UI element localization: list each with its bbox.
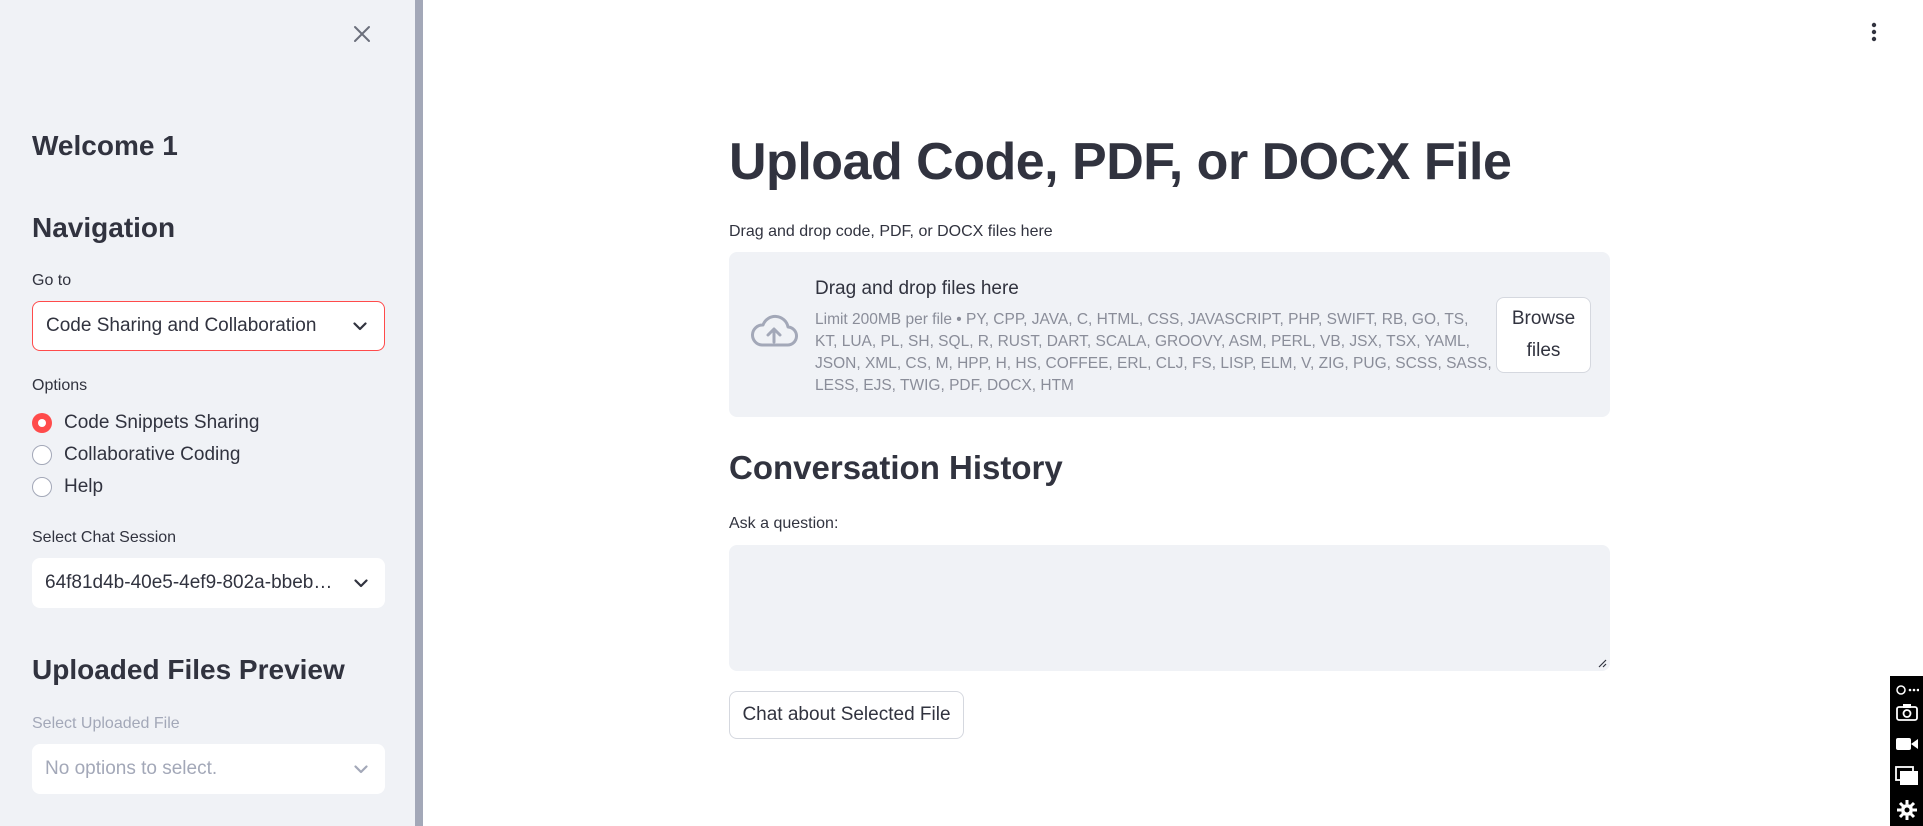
session-label: Select Chat Session [32,529,177,546]
uploaded-file-placeholder: No options to select. [45,758,218,779]
goto-label: Go to [32,272,72,289]
radio-option-collaborative-coding[interactable]: Collaborative Coding [32,442,240,468]
chat-session-select[interactable]: 64f81d4b-40e5-4ef9-802a-bbeb… [32,558,385,608]
welcome-heading: Welcome 1 [32,130,178,161]
question-textarea[interactable] [729,545,1610,671]
uploaded-files-heading: Uploaded Files Preview [32,654,345,685]
radio-unselected-icon [32,477,52,497]
conversation-history-heading: Conversation History [729,449,1063,486]
main-menu-button[interactable] [1862,18,1886,46]
dropzone-title: Drag and drop files here [815,278,1019,299]
cloud-upload-icon [751,314,798,347]
dropzone-limit-text: Limit 200MB per file • PY, CPP, JAVA, C,… [815,311,1492,394]
uploaded-file-select[interactable]: No options to select. [32,744,385,794]
uploaded-file-label: Select Uploaded File [32,715,180,732]
window-capture-icon[interactable] [1894,764,1920,788]
kebab-menu-icon [1871,22,1877,42]
radio-label: Collaborative Coding [64,444,241,465]
radio-selected-icon [32,413,52,433]
close-icon [354,26,370,42]
goto-select-value: Code Sharing and Collaboration [46,315,317,336]
radio-option-help[interactable]: Help [32,474,103,500]
radio-unselected-icon [32,445,52,465]
resize-grip-icon[interactable] [1597,658,1607,668]
sidebar: Welcome 1 Navigation Go to Code Sharing … [0,0,415,826]
radio-option-code-snippets-sharing[interactable]: Code Snippets Sharing [32,410,259,436]
uploader-caption: Drag and drop code, PDF, or DOCX files h… [729,223,1053,240]
chevron-down-icon [351,759,371,779]
sidebar-resize-handle[interactable] [415,0,423,826]
radio-label: Code Snippets Sharing [64,412,260,433]
pin-more-icon[interactable] [1894,678,1920,702]
chat-about-file-button[interactable]: Chat about Selected File [729,691,964,739]
file-dropzone[interactable]: Drag and drop files here Limit 200MB per… [729,252,1610,417]
screen-tool-strip [1890,676,1923,826]
radio-label: Help [64,476,104,497]
chevron-down-icon [350,316,370,336]
chat-session-value: 64f81d4b-40e5-4ef9-802a-bbeb… [45,572,333,593]
page-title: Upload Code, PDF, or DOCX File [729,133,1512,191]
close-sidebar-button[interactable] [348,20,376,48]
options-label: Options [32,377,88,394]
video-camera-icon[interactable] [1894,732,1920,756]
navigation-heading: Navigation [32,212,176,243]
question-label: Ask a question: [729,515,839,532]
browse-files-button[interactable]: Browse files [1496,297,1591,373]
camera-icon[interactable] [1894,700,1920,724]
chevron-down-icon [351,573,371,593]
goto-select[interactable]: Code Sharing and Collaboration [32,301,385,351]
settings-gear-icon[interactable] [1894,798,1920,822]
